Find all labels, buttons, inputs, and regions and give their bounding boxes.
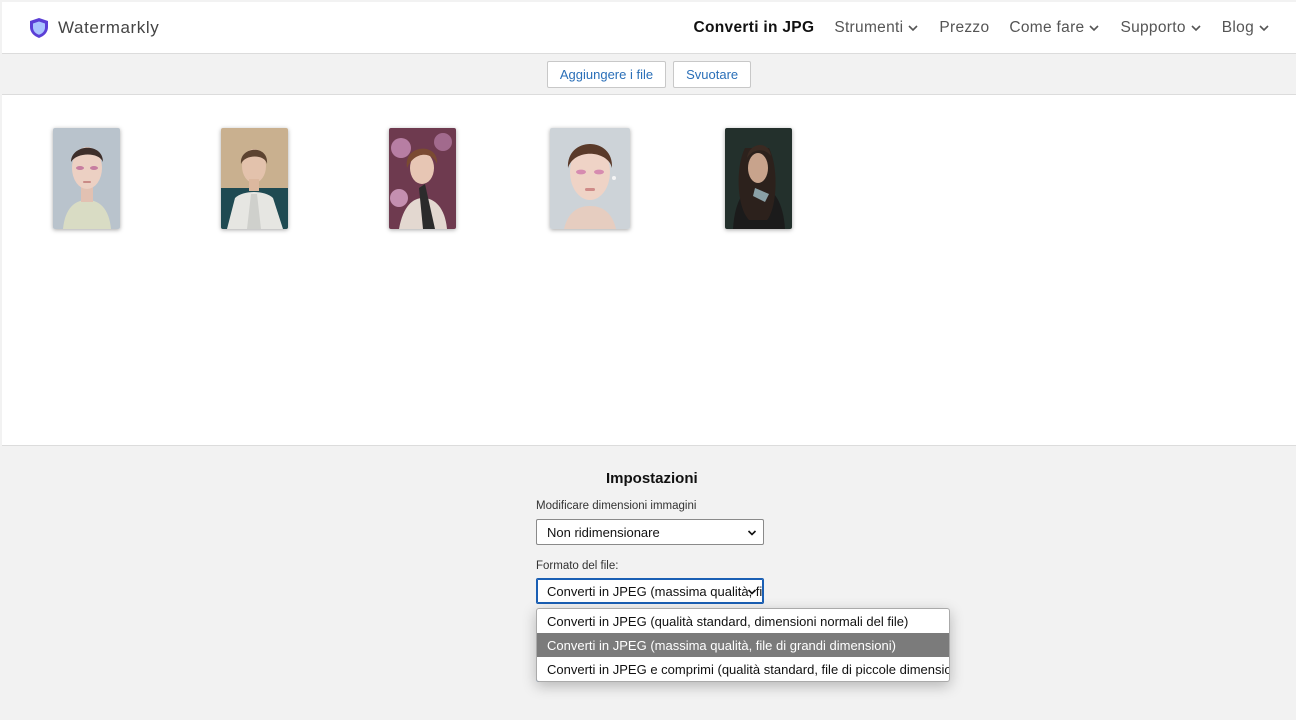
chevron-down-icon [1259, 25, 1269, 32]
portrait-photo-icon [221, 128, 288, 229]
clear-button[interactable]: Svuotare [673, 60, 752, 88]
nav-label: Supporto [1120, 19, 1186, 36]
site-header: Watermarkly Converti in JPG Strumenti Pr… [2, 2, 1296, 54]
resize-select-value: Non ridimensionare [547, 524, 660, 540]
nav-label: Converti in JPG [693, 19, 815, 36]
logo-text: Watermarkly [58, 18, 160, 37]
add-files-button[interactable]: Aggiungere i file [546, 60, 667, 88]
portrait-photo-icon [53, 128, 120, 229]
chevron-down-icon [1191, 25, 1201, 32]
nav-prezzo[interactable]: Prezzo [939, 19, 989, 37]
image-thumbnail-2[interactable] [221, 128, 288, 229]
resize-label: Modificare dimensioni immagini [536, 500, 697, 512]
image-gallery [2, 95, 1296, 446]
file-toolbar: Aggiungere i file Svuotare [2, 54, 1296, 95]
shield-logo-icon [30, 18, 48, 38]
portrait-photo-icon [550, 128, 630, 229]
chevron-down-icon [908, 25, 918, 32]
image-thumbnail-3[interactable] [389, 128, 456, 229]
chevron-down-icon [747, 530, 757, 536]
portrait-photo-icon [725, 128, 792, 229]
nav-strumenti[interactable]: Strumenti [834, 19, 919, 37]
format-option-max-quality[interactable]: Converti in JPEG (massima qualità, file … [537, 633, 949, 657]
format-dropdown-list: Converti in JPEG (qualità standard, dime… [536, 608, 950, 682]
image-thumbnail-5[interactable] [725, 128, 792, 229]
main-nav: Converti in JPG Strumenti Prezzo Come fa… [694, 2, 1270, 54]
format-select-value: Converti in JPEG (massima qualità, file … [547, 583, 763, 599]
nav-label: Blog [1221, 19, 1254, 36]
nav-supporto[interactable]: Supporto [1120, 19, 1201, 37]
logo[interactable]: Watermarkly [30, 2, 159, 54]
image-thumbnail-4[interactable] [550, 128, 630, 229]
image-thumbnail-1[interactable] [53, 128, 120, 229]
portrait-photo-icon [389, 128, 456, 229]
format-label: Formato del file: [536, 560, 619, 572]
nav-blog[interactable]: Blog [1222, 19, 1270, 37]
format-select[interactable]: Converti in JPEG (massima qualità, file … [536, 578, 764, 604]
nav-come-fare[interactable]: Come fare [1009, 19, 1100, 37]
nav-label: Come fare [1009, 19, 1085, 36]
format-option-standard[interactable]: Converti in JPEG (qualità standard, dime… [537, 609, 949, 633]
chevron-down-icon [747, 589, 757, 595]
nav-label: Strumenti [834, 19, 904, 36]
nav-converti-in-jpg[interactable]: Converti in JPG [694, 19, 815, 37]
resize-select[interactable]: Non ridimensionare [536, 519, 764, 545]
chevron-down-icon [1089, 25, 1100, 32]
nav-label: Prezzo [939, 19, 990, 36]
format-option-compress[interactable]: Converti in JPEG e comprimi (qualità sta… [537, 657, 949, 681]
settings-title: Impostazioni [606, 470, 698, 487]
